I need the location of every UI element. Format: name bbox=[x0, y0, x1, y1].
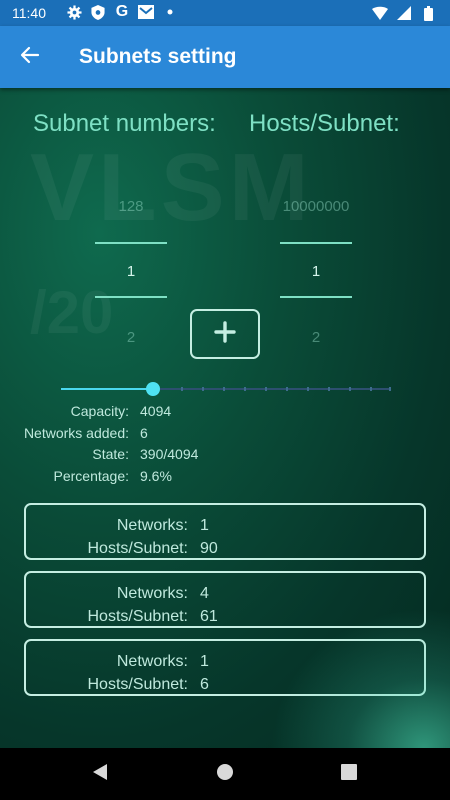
picker-current-value[interactable]: 1 bbox=[280, 263, 352, 280]
nav-home-button[interactable] bbox=[213, 762, 237, 786]
networks-added-label: Networks added: bbox=[23, 425, 129, 441]
page-title: Subnets setting bbox=[79, 45, 237, 68]
watermark-vlsm: VLSM bbox=[30, 134, 313, 241]
capacity-value: 4094 bbox=[140, 403, 172, 419]
status-notification-icons: G bbox=[66, 3, 178, 20]
networks-value: 1 bbox=[200, 517, 209, 534]
slider-tick bbox=[328, 387, 330, 391]
networks-value: 4 bbox=[200, 585, 209, 602]
add-network-button[interactable] bbox=[190, 309, 260, 359]
picker-divider bbox=[95, 296, 167, 298]
slider-tick bbox=[244, 387, 246, 391]
networks-value: 1 bbox=[200, 653, 209, 670]
hosts-value: 6 bbox=[200, 676, 209, 693]
mail-icon bbox=[138, 4, 154, 20]
plus-icon bbox=[214, 320, 236, 348]
status-system-icons bbox=[372, 5, 436, 21]
hosts-per-subnet-picker[interactable]: 10000000 1 2 bbox=[280, 88, 352, 348]
slider-tick bbox=[389, 387, 391, 391]
networks-label: Networks: bbox=[116, 585, 188, 602]
arrow-left-icon bbox=[20, 45, 40, 70]
picker-next-value[interactable]: 2 bbox=[95, 329, 167, 346]
back-triangle-icon bbox=[91, 763, 109, 786]
slider-thumb[interactable] bbox=[146, 382, 161, 396]
main-content: VLSM /20 Subnet numbers: Hosts/Subnet: 1… bbox=[0, 88, 450, 748]
networks-added-value: 6 bbox=[140, 425, 148, 441]
subnet-numbers-picker[interactable]: 128 1 2 bbox=[95, 88, 167, 348]
hosts-value: 61 bbox=[200, 608, 218, 625]
slider-tick bbox=[181, 387, 183, 391]
app-bar: Subnets setting bbox=[0, 26, 450, 88]
status-bar: 11:40 G bbox=[0, 0, 450, 26]
slider-tick bbox=[202, 387, 204, 391]
back-button[interactable] bbox=[14, 41, 46, 73]
networks-label: Networks: bbox=[116, 653, 188, 670]
capacity-label: Capacity: bbox=[70, 403, 129, 419]
signal-icon bbox=[396, 5, 412, 21]
slider-track-active bbox=[61, 388, 154, 390]
battery-icon bbox=[420, 5, 436, 21]
picker-divider bbox=[95, 242, 167, 244]
picker-prev-value[interactable]: 128 bbox=[95, 198, 167, 215]
hosts-label: Hosts/Subnet: bbox=[87, 608, 189, 625]
google-icon: G bbox=[115, 3, 129, 20]
picker-prev-value[interactable]: 10000000 bbox=[280, 198, 352, 215]
system-nav-bar bbox=[0, 748, 450, 800]
decorative-glow bbox=[270, 608, 450, 748]
hosts-value: 90 bbox=[200, 540, 218, 557]
capacity-slider[interactable] bbox=[61, 381, 391, 397]
state-label: State: bbox=[92, 446, 129, 462]
hosts-label: Hosts/Subnet: bbox=[87, 676, 189, 693]
picker-next-value[interactable]: 2 bbox=[280, 329, 352, 346]
slider-tick bbox=[349, 387, 351, 391]
picker-current-value[interactable]: 1 bbox=[95, 263, 167, 280]
dot-icon bbox=[162, 4, 178, 20]
state-value: 390/4094 bbox=[140, 446, 199, 462]
slider-tick bbox=[286, 387, 288, 391]
slider-tick bbox=[223, 387, 225, 391]
slider-tick bbox=[265, 387, 267, 391]
slider-tick bbox=[307, 387, 309, 391]
nav-back-button[interactable] bbox=[88, 762, 112, 786]
slider-tick bbox=[370, 387, 372, 391]
percentage-label: Percentage: bbox=[53, 468, 130, 484]
percentage-value: 9.6% bbox=[140, 468, 172, 484]
picker-divider bbox=[280, 242, 352, 244]
nav-recents-button[interactable] bbox=[337, 762, 361, 786]
network-card[interactable]: Networks: 1 Hosts/Subnet: 90 bbox=[24, 503, 426, 560]
networks-label: Networks: bbox=[116, 517, 188, 534]
recents-square-icon bbox=[341, 763, 357, 785]
hosts-label: Hosts/Subnet: bbox=[87, 540, 189, 557]
gear-icon bbox=[66, 4, 82, 20]
status-time: 11:40 bbox=[12, 5, 46, 21]
picker-divider bbox=[280, 296, 352, 298]
home-circle-icon bbox=[216, 763, 234, 786]
shield-icon bbox=[90, 4, 106, 20]
wifi-icon bbox=[372, 5, 388, 21]
